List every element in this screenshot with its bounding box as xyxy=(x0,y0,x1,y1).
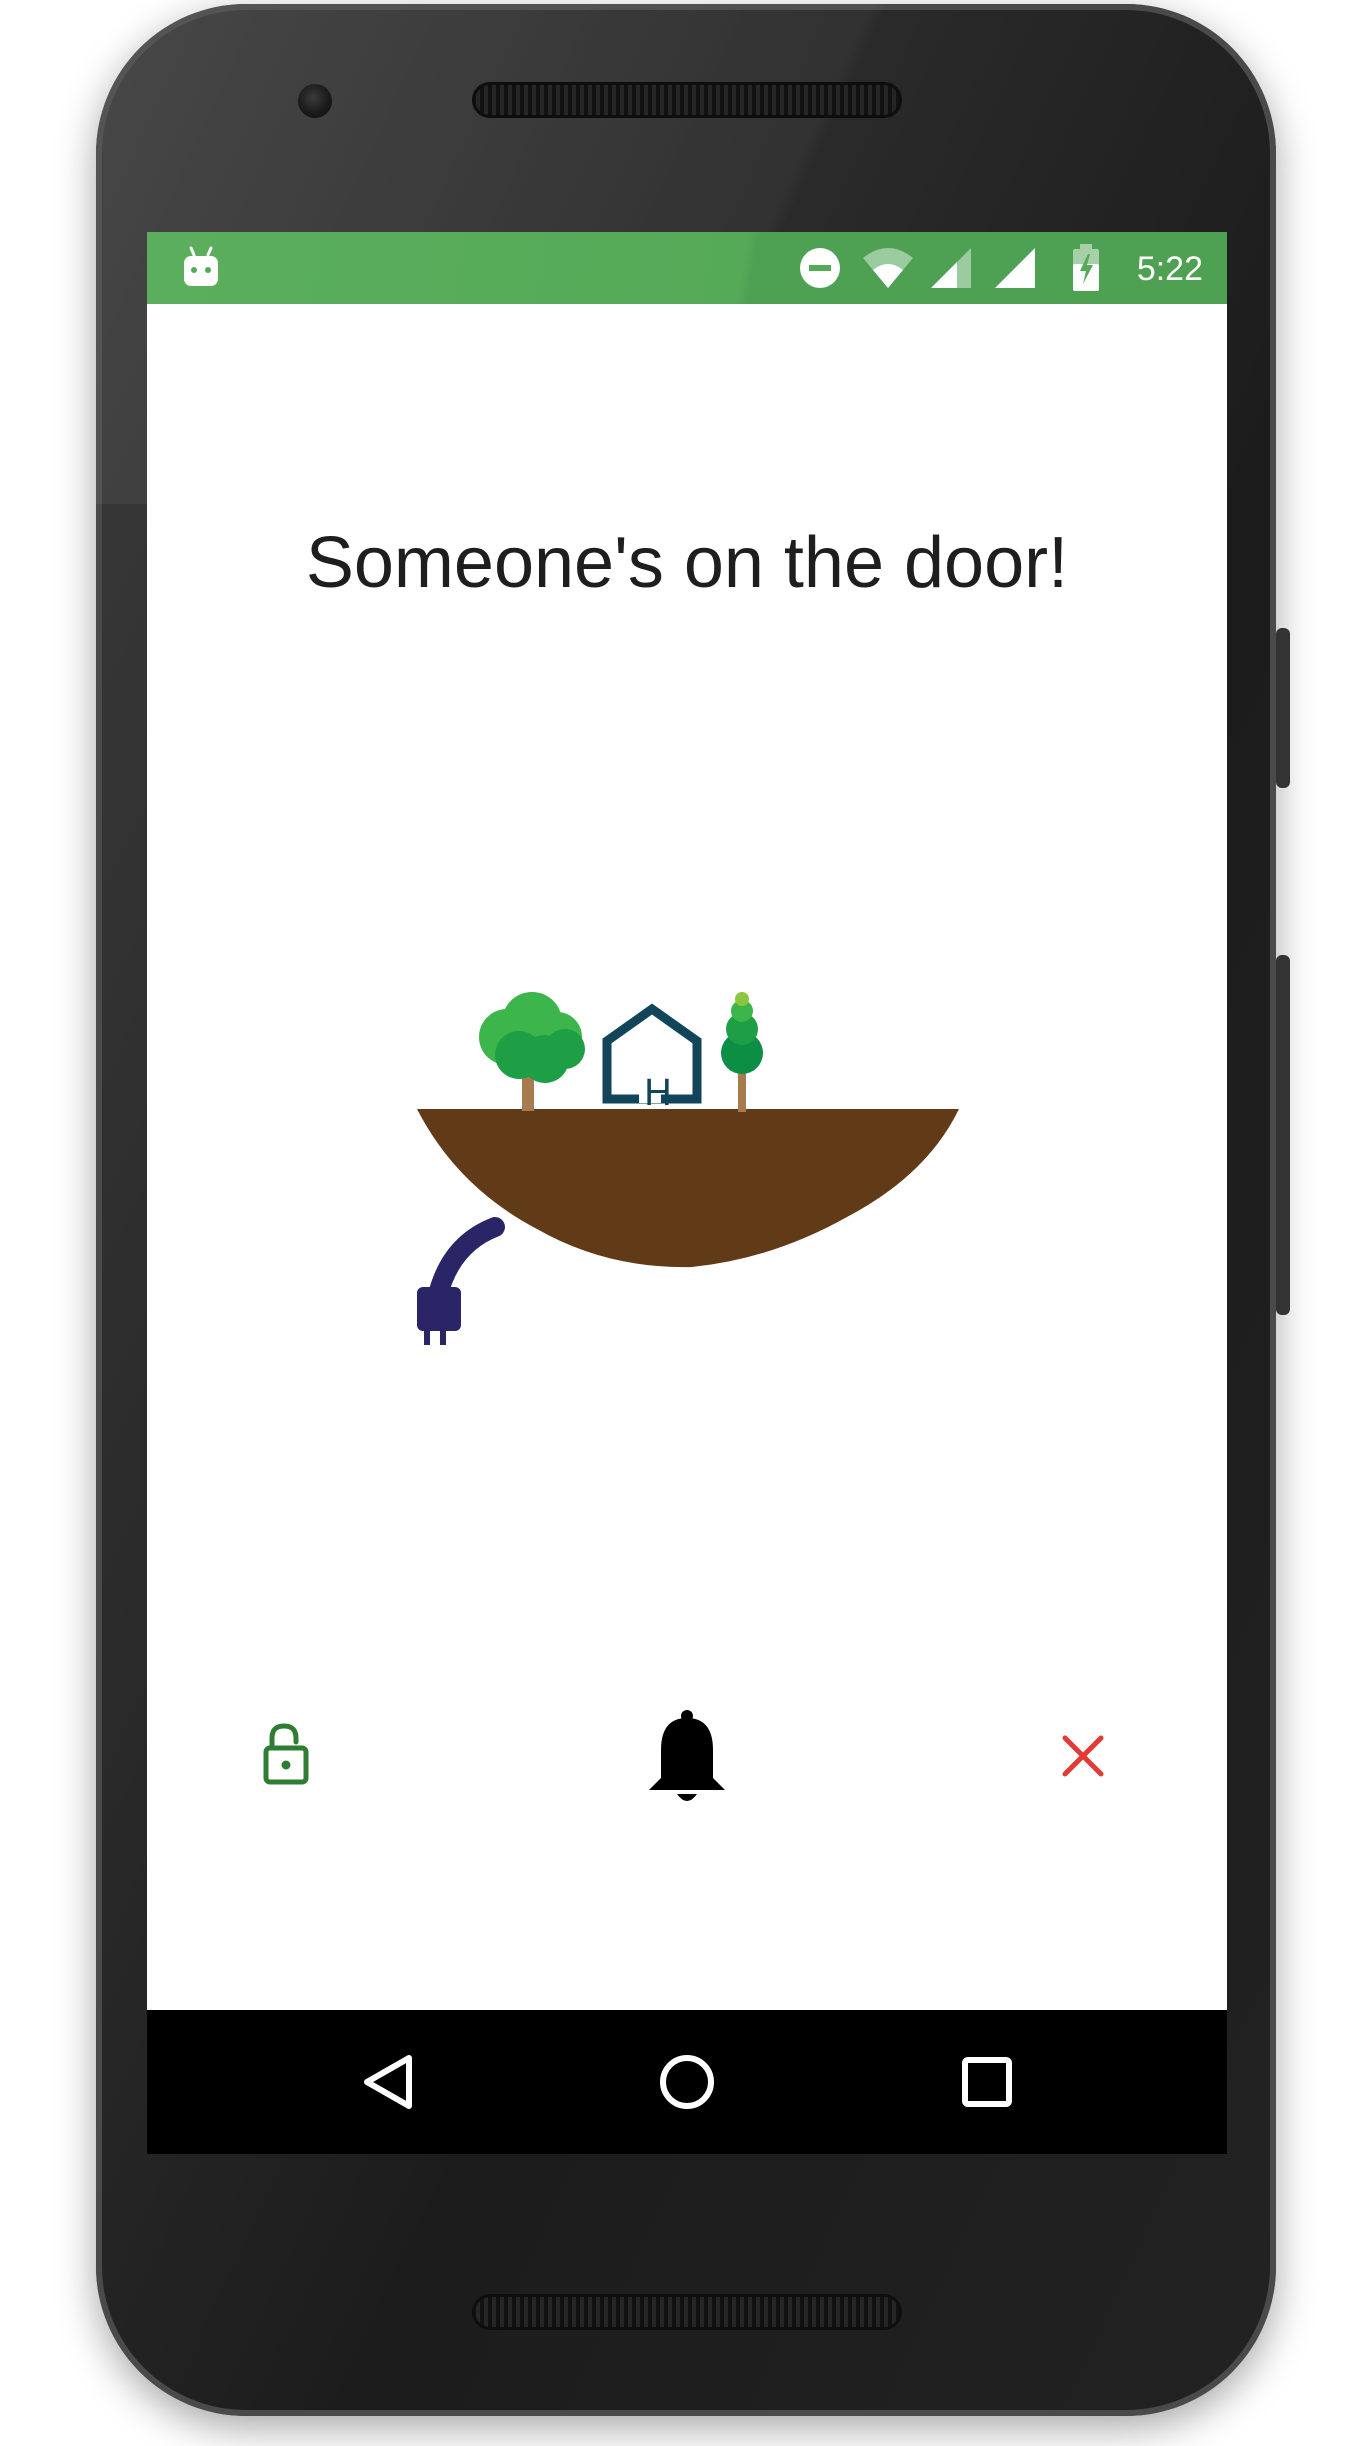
top-speaker xyxy=(472,82,902,118)
svg-text:H: H xyxy=(644,1072,671,1114)
house-logo-icon: H xyxy=(602,1003,702,1114)
small-tree-icon xyxy=(721,992,763,1112)
android-debug-icon xyxy=(184,246,218,286)
status-bar: 5:22 xyxy=(147,232,1227,304)
wifi-icon xyxy=(863,248,913,288)
page-title: Someone's on the door! xyxy=(305,523,1069,603)
screen: 5:22 Someone's on the door! H xyxy=(147,232,1227,2154)
back-icon[interactable] xyxy=(359,2052,415,2112)
plug-icon xyxy=(417,1287,461,1345)
floating-island-illustration: H xyxy=(417,992,959,1345)
signal-icon xyxy=(931,248,971,288)
dismiss-button[interactable] xyxy=(1061,1734,1105,1778)
big-tree-icon xyxy=(479,992,585,1111)
navigation-bar xyxy=(147,2010,1227,2154)
home-icon[interactable] xyxy=(657,2052,717,2112)
power-button xyxy=(1276,955,1290,1315)
do-not-disturb-icon xyxy=(800,248,840,288)
front-camera xyxy=(298,84,332,118)
battery-charging-icon xyxy=(1073,244,1099,291)
bottom-speaker xyxy=(472,2294,902,2330)
bell-button[interactable] xyxy=(643,1708,731,1810)
volume-button xyxy=(1276,628,1290,788)
unlock-button[interactable] xyxy=(262,1722,316,1786)
status-time: 5:22 xyxy=(1136,250,1203,288)
island-ground xyxy=(417,1109,959,1268)
signal-full-icon xyxy=(995,248,1035,288)
recents-icon[interactable] xyxy=(959,2054,1015,2110)
